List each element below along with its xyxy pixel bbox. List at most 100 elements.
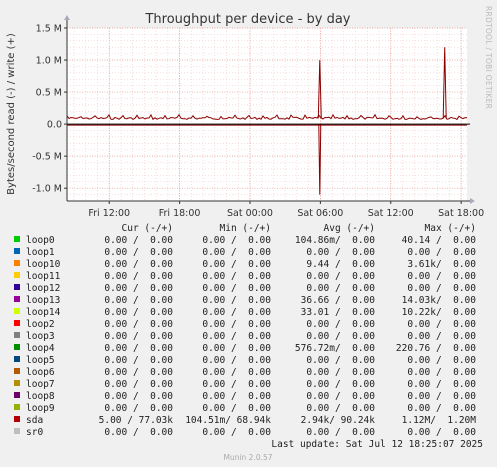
x-tick-label: Fri 12:00 <box>88 208 130 219</box>
legend-min-value: 0.00 / 0.00 <box>202 331 271 342</box>
legend-name: loop8 <box>26 391 55 402</box>
legend-min-value: 0.00 / 0.00 <box>202 307 271 318</box>
legend-swatch <box>14 380 20 386</box>
legend-name: loop10 <box>26 259 61 270</box>
legend-name: loop0 <box>26 235 55 246</box>
legend-cur-value: 0.00 / 0.00 <box>104 427 173 438</box>
last-update-text: Last update: Sat Jul 12 18:25:07 2025 <box>271 439 483 450</box>
legend-max-value: 0.00 / 0.00 <box>407 379 476 390</box>
y-tick-label: -1.0 M <box>32 184 62 195</box>
legend-avg-value: 0.00 / 0.00 <box>306 247 375 258</box>
legend-header: Min (-/+) <box>220 223 271 234</box>
legend-swatch <box>14 320 20 326</box>
legend-swatch <box>14 272 20 278</box>
x-tick-label: Sat 12:00 <box>368 208 414 219</box>
legend-name: loop5 <box>26 355 55 366</box>
legend-name: sda <box>26 415 43 426</box>
legend-swatch <box>14 344 20 350</box>
legend-table: Cur (-/+) Min (-/+) Avg (-/+) Max (-/+) loop… <box>14 223 476 438</box>
legend-swatch <box>14 308 20 314</box>
legend-swatch <box>14 248 20 254</box>
legend-avg-value: 33.01 / 0.00 <box>301 307 376 318</box>
legend-swatch <box>14 284 20 290</box>
legend-cur-value: 0.00 / 0.00 <box>104 343 173 354</box>
legend-min-value: 0.00 / 0.00 <box>202 235 271 246</box>
legend-max-value: 220.76 / 0.00 <box>396 343 476 354</box>
munin-version: Munin 2.0.57 <box>223 453 272 462</box>
legend-avg-value: 0.00 / 0.00 <box>306 367 375 378</box>
legend-min-value: 0.00 / 0.00 <box>202 427 271 438</box>
legend-max-value: 0.00 / 0.00 <box>407 319 476 330</box>
legend-min-value: 0.00 / 0.00 <box>202 283 271 294</box>
legend-cur-value: 0.00 / 0.00 <box>104 331 173 342</box>
legend-header: Avg (-/+) <box>324 223 375 234</box>
legend-swatch <box>14 296 20 302</box>
legend-name: sr0 <box>26 427 43 438</box>
x-axis-ticks: Fri 12:00 Fri 18:00 Sat 00:00 Sat 06:00 Sat … <box>88 201 484 219</box>
legend-max-value: 3.61k/ 0.00 <box>407 259 476 270</box>
legend-min-value: 0.00 / 0.00 <box>202 259 271 270</box>
legend-avg-value: 0.00 / 0.00 <box>306 331 375 342</box>
legend-max-value: 0.00 / 0.00 <box>407 427 476 438</box>
legend-avg-value: 0.00 / 0.00 <box>306 271 375 282</box>
legend-name: loop1 <box>26 247 55 258</box>
legend-min-value: 0.00 / 0.00 <box>202 247 271 258</box>
legend-swatch <box>14 404 20 410</box>
legend-max-value: 0.00 / 0.00 <box>407 331 476 342</box>
legend-avg-value: 2.94k/ 90.24k <box>301 415 376 426</box>
legend-swatch <box>14 428 20 434</box>
legend-cur-value: 0.00 / 0.00 <box>104 247 173 258</box>
legend-avg-value: 104.86m/ 0.00 <box>295 235 375 246</box>
legend-avg-value: 0.00 / 0.00 <box>306 283 375 294</box>
legend-max-value: 0.00 / 0.00 <box>407 403 476 414</box>
legend-max-value: 0.00 / 0.00 <box>407 367 476 378</box>
legend-name: loop7 <box>26 379 55 390</box>
y-axis-label: Bytes/second read (-) / write (+) <box>6 33 17 195</box>
legend-max-value: 40.14 / 0.00 <box>402 235 477 246</box>
legend-cur-value: 0.00 / 0.00 <box>104 259 173 270</box>
chart-title: Throughput per device - by day <box>144 12 350 27</box>
y-tick-label: 1.0 M <box>36 56 62 67</box>
legend-min-value: 0.00 / 0.00 <box>202 355 271 366</box>
legend-avg-value: 0.00 / 0.00 <box>306 403 375 414</box>
legend-header: Cur (-/+) <box>122 223 173 234</box>
legend-min-value: 0.00 / 0.00 <box>202 319 271 330</box>
legend-name: loop12 <box>26 283 60 294</box>
legend-cur-value: 0.00 / 0.00 <box>104 319 173 330</box>
legend-avg-value: 0.00 / 0.00 <box>306 427 375 438</box>
legend-avg-value: 0.00 / 0.00 <box>306 391 375 402</box>
legend-name: loop13 <box>26 295 60 306</box>
legend-cur-value: 0.00 / 0.00 <box>104 367 173 378</box>
legend-min-value: 0.00 / 0.00 <box>202 379 271 390</box>
legend-name: loop14 <box>26 307 61 318</box>
y-axis-arrow-icon <box>64 15 70 20</box>
legend-name: loop2 <box>26 319 55 330</box>
y-axis-ticks: 1.5 M 1.0 M 0.5 M 0.0 -0.5 M -1.0 M <box>32 24 67 195</box>
legend-min-value: 0.00 / 0.00 <box>202 343 271 354</box>
legend-cur-value: 0.00 / 0.00 <box>104 307 173 318</box>
x-tick-label: Sat 00:00 <box>227 208 273 219</box>
rrdtool-watermark: RRDTOOL / TOBI OETIKER <box>484 6 493 109</box>
legend-swatch <box>14 260 20 266</box>
legend-name: loop3 <box>26 331 55 342</box>
legend-max-value: 0.00 / 0.00 <box>407 271 476 282</box>
legend-cur-value: 0.00 / 0.00 <box>104 295 173 306</box>
legend-min-value: 0.00 / 0.00 <box>202 295 271 306</box>
legend-max-value: 1.12M/ 1.20M <box>402 415 477 426</box>
y-tick-label: 1.5 M <box>36 24 62 35</box>
legend-name: loop9 <box>26 403 55 414</box>
legend-cur-value: 5.00 / 77.03k <box>99 415 174 426</box>
legend-swatch <box>14 356 20 362</box>
legend-swatch <box>14 236 20 242</box>
legend-avg-value: 576.72m/ 0.00 <box>295 343 375 354</box>
x-axis-arrow-icon <box>470 198 475 204</box>
legend-cur-value: 0.00 / 0.00 <box>104 403 173 414</box>
legend-header: Max (-/+) <box>425 223 476 234</box>
legend-swatch <box>14 392 20 398</box>
legend-swatch <box>14 368 20 374</box>
legend-min-value: 104.51m/ 68.94k <box>185 415 271 426</box>
legend-cur-value: 0.00 / 0.00 <box>104 379 173 390</box>
plot-area <box>67 28 467 201</box>
legend-cur-value: 0.00 / 0.00 <box>104 271 173 282</box>
x-tick-label: Fri 18:00 <box>159 208 201 219</box>
